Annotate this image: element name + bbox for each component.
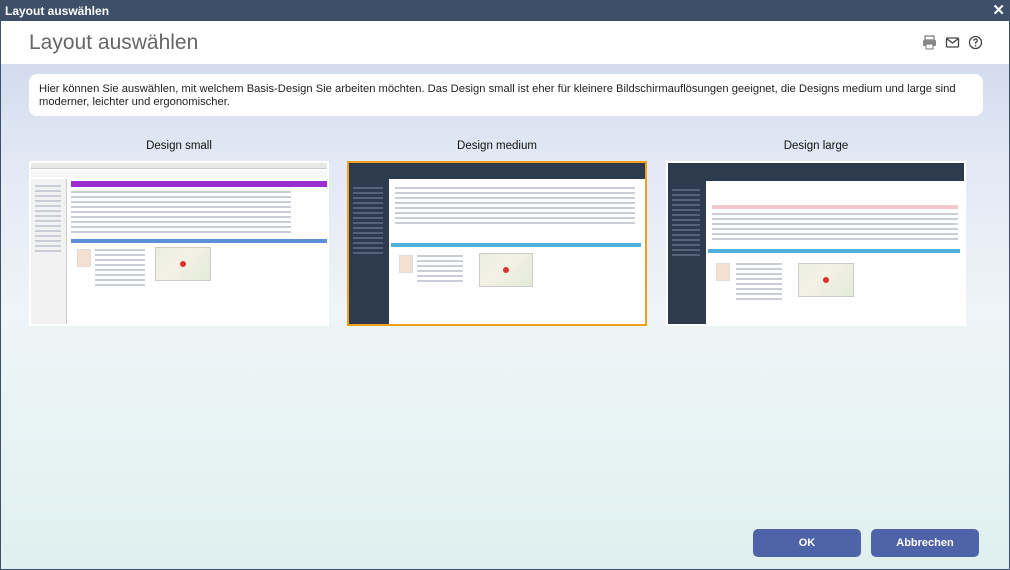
- design-large-thumbnail[interactable]: [666, 161, 966, 326]
- close-icon[interactable]: ✕: [992, 1, 1005, 21]
- page-title: Layout auswählen: [29, 31, 199, 54]
- dialog-window: Layout auswählen ✕ Layout auswählen Hier…: [0, 0, 1010, 570]
- design-small-thumbnail[interactable]: [29, 161, 329, 326]
- ok-button[interactable]: OK: [753, 529, 861, 557]
- help-icon[interactable]: [968, 35, 983, 50]
- design-small-label: Design small: [146, 140, 212, 152]
- print-icon[interactable]: [922, 35, 937, 50]
- mail-icon[interactable]: [945, 35, 960, 50]
- dialog-header: Layout auswählen: [1, 21, 1009, 64]
- window-title: Layout auswählen: [5, 4, 110, 18]
- design-medium-option[interactable]: Design medium: [347, 140, 647, 326]
- cancel-button[interactable]: Abbrechen: [871, 529, 979, 557]
- design-medium-thumbnail[interactable]: [347, 161, 647, 326]
- info-text: Hier können Sie auswählen, mit welchem B…: [29, 74, 983, 116]
- design-medium-label: Design medium: [457, 140, 537, 152]
- design-small-option[interactable]: Design small: [29, 140, 329, 326]
- titlebar: Layout auswählen ✕: [1, 1, 1009, 21]
- design-large-label: Design large: [783, 140, 849, 152]
- design-large-option[interactable]: Design large: [666, 140, 966, 326]
